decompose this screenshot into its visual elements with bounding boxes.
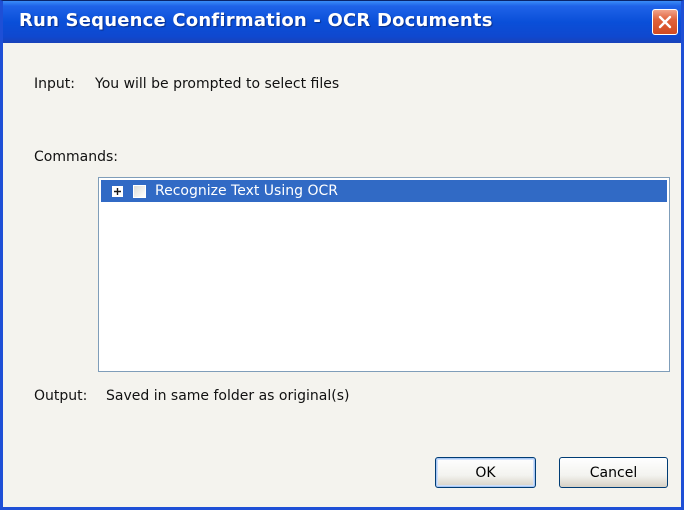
output-label: Output: <box>34 388 88 404</box>
commands-tree[interactable]: Recognize Text Using OCR <box>98 177 670 372</box>
tree-item-label: Recognize Text Using OCR <box>155 183 338 199</box>
cancel-button[interactable]: Cancel <box>559 457 668 488</box>
close-icon <box>658 15 672 29</box>
plus-expander-icon[interactable] <box>112 185 123 197</box>
input-label: Input: <box>34 76 75 92</box>
input-value: You will be prompted to select files <box>95 76 340 92</box>
dialog-window: Run Sequence Confirmation - OCR Document… <box>0 0 684 510</box>
close-button[interactable] <box>652 9 678 35</box>
commands-label: Commands: <box>34 149 118 165</box>
tree-item-recognize-text[interactable]: Recognize Text Using OCR <box>101 180 667 202</box>
window-title: Run Sequence Confirmation - OCR Document… <box>19 10 493 31</box>
ok-button[interactable]: OK <box>435 457 536 488</box>
dialog-content: Input: You will be prompted to select fi… <box>3 43 681 507</box>
checkbox-icon[interactable] <box>133 184 146 198</box>
title-bar[interactable]: Run Sequence Confirmation - OCR Document… <box>3 1 681 43</box>
output-value: Saved in same folder as original(s) <box>106 388 350 404</box>
